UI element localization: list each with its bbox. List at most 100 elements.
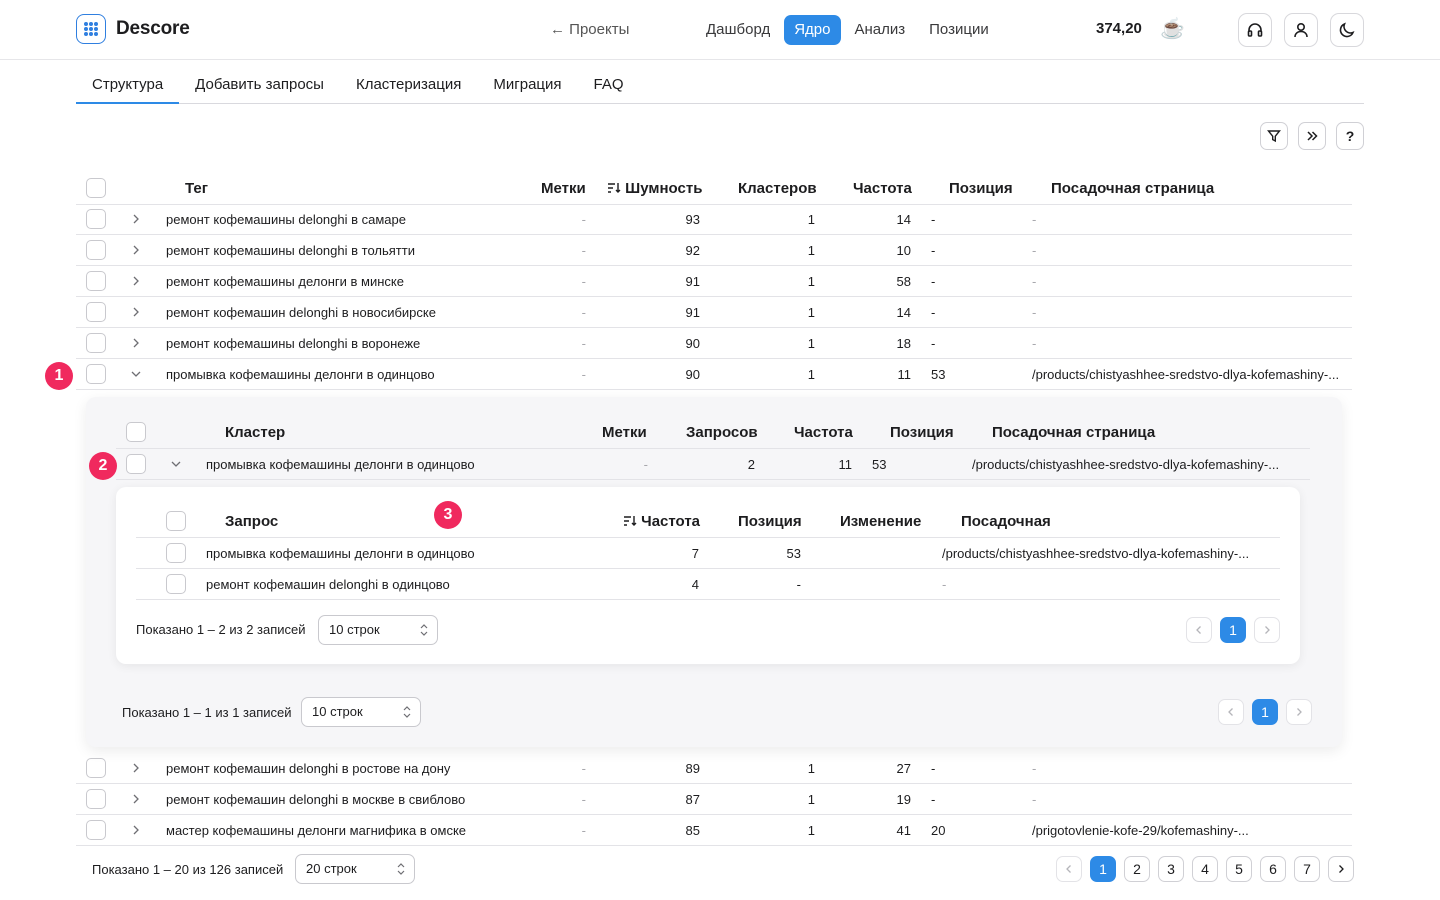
tags-next-page-button[interactable]: [1328, 856, 1354, 882]
header-query-landing[interactable]: Посадочная: [961, 513, 1051, 530]
header-tag[interactable]: Тег: [185, 180, 208, 197]
header-noise[interactable]: Шумность: [607, 180, 702, 197]
queries-next-page-button[interactable]: [1254, 617, 1280, 643]
tag-row-checkbox[interactable]: [86, 209, 106, 229]
chevron-down-icon[interactable]: [169, 457, 183, 471]
header-cluster-position[interactable]: Позиция: [890, 424, 954, 441]
expand-all-button[interactable]: [1298, 122, 1326, 150]
logo-icon[interactable]: [76, 14, 106, 44]
tag-row-checkbox[interactable]: [86, 758, 106, 778]
tags-page-3[interactable]: 3: [1158, 856, 1184, 882]
clusters-rows-per-page-select[interactable]: 10 строк: [301, 697, 421, 727]
nav-analysis[interactable]: Анализ: [845, 15, 916, 45]
tag-row-checkbox[interactable]: [86, 364, 106, 384]
query-row[interactable]: ремонт кофемашин delonghi в одинцово 4 - -: [136, 569, 1280, 600]
tags-rows-per-page-select[interactable]: 20 строк: [295, 854, 415, 884]
header-landing[interactable]: Посадочная страница: [1051, 180, 1214, 197]
query-select-all-checkbox[interactable]: [166, 511, 186, 531]
header-query-change[interactable]: Изменение: [840, 513, 921, 530]
tag-row[interactable]: промывка кофемашины делонги в одинцово - 9…: [76, 359, 1352, 390]
tags-prev-page-button[interactable]: [1056, 856, 1082, 882]
cluster-landing[interactable]: /products/chistyashhee-sredstvo-dlya-kof…: [972, 449, 1282, 480]
tag-row-checkbox[interactable]: [86, 789, 106, 809]
chevron-right-icon[interactable]: [129, 336, 143, 350]
tag-row[interactable]: ремонт кофемашин delonghi в москве в сви…: [76, 784, 1352, 815]
nav-dashboard[interactable]: Дашборд: [696, 15, 780, 45]
chevron-down-icon[interactable]: [129, 367, 143, 381]
tag-row-checkbox[interactable]: [86, 820, 106, 840]
tag-landing[interactable]: -: [1032, 297, 1342, 328]
header-cluster-queries[interactable]: Запросов: [686, 424, 758, 441]
chevron-right-icon[interactable]: [129, 761, 143, 775]
header-labels[interactable]: Метки: [541, 180, 586, 197]
tag-row[interactable]: ремонт кофемашины делонги в минске - 91 1 58…: [76, 266, 1352, 297]
tag-row-checkbox[interactable]: [86, 271, 106, 291]
query-row-checkbox[interactable]: [166, 574, 186, 594]
queries-rows-per-page-select[interactable]: 10 строк: [318, 615, 438, 645]
header-frequency[interactable]: Частота: [853, 180, 912, 197]
nav-positions[interactable]: Позиции: [919, 15, 999, 45]
theme-toggle-button[interactable]: [1330, 13, 1364, 47]
tag-row[interactable]: ремонт кофемашины delonghi в воронеже - 90…: [76, 328, 1352, 359]
profile-button[interactable]: [1284, 13, 1318, 47]
support-button[interactable]: [1238, 13, 1272, 47]
header-query-position[interactable]: Позиция: [738, 513, 802, 530]
header-query-frequency[interactable]: Частота: [623, 513, 700, 530]
chevron-right-icon[interactable]: [129, 274, 143, 288]
tag-row-checkbox[interactable]: [86, 333, 106, 353]
chevron-right-icon[interactable]: [129, 305, 143, 319]
tag-landing[interactable]: -: [1032, 753, 1342, 784]
cluster-row[interactable]: промывка кофемашины делонги в одинцово -…: [116, 449, 1310, 480]
chevron-right-icon[interactable]: [129, 792, 143, 806]
header-position[interactable]: Позиция: [949, 180, 1013, 197]
tag-row[interactable]: ремонт кофемашины delonghi в самаре - 93 1 1…: [76, 204, 1352, 235]
tag-landing[interactable]: -: [1032, 784, 1342, 815]
header-query[interactable]: Запрос: [225, 513, 278, 530]
query-row[interactable]: промывка кофемашины делонги в одинцово 7 5…: [136, 538, 1280, 569]
header-clusters[interactable]: Кластеров: [738, 180, 817, 197]
tag-row[interactable]: мастер кофемашины делонги магнифика в ом…: [76, 815, 1352, 846]
chevron-right-icon[interactable]: [129, 243, 143, 257]
tab-faq[interactable]: FAQ: [578, 70, 640, 104]
tag-row[interactable]: ремонт кофемашины delonghi в тольятти - 92…: [76, 235, 1352, 266]
tab-structure[interactable]: Структура: [76, 70, 180, 104]
select-all-checkbox[interactable]: [86, 178, 106, 198]
tags-page-5[interactable]: 5: [1226, 856, 1252, 882]
header-cluster-landing[interactable]: Посадочная страница: [992, 424, 1155, 441]
filter-button[interactable]: [1260, 122, 1288, 150]
tags-page-2[interactable]: 2: [1124, 856, 1150, 882]
query-landing[interactable]: /products/chistyashhee-sredstvo-dlya-kof…: [942, 538, 1260, 569]
clusters-page-1[interactable]: 1: [1252, 699, 1278, 725]
tags-page-7[interactable]: 7: [1294, 856, 1320, 882]
tag-landing[interactable]: -: [1032, 204, 1342, 235]
tab-migration[interactable]: Миграция: [477, 70, 577, 104]
cluster-row-checkbox[interactable]: [126, 454, 146, 474]
tags-page-4[interactable]: 4: [1192, 856, 1218, 882]
tab-add-queries[interactable]: Добавить запросы: [179, 70, 340, 104]
tag-landing[interactable]: /prigotovlenie-kofe-29/kofemashiny-...: [1032, 815, 1342, 846]
nav-core[interactable]: Ядро: [784, 15, 841, 45]
header-cluster-frequency[interactable]: Частота: [794, 424, 853, 441]
coffee-cup-icon[interactable]: ☕: [1160, 16, 1185, 41]
tag-landing[interactable]: /products/chistyashhee-sredstvo-dlya-kof…: [1032, 359, 1342, 390]
help-button[interactable]: ?: [1336, 122, 1364, 150]
header-cluster[interactable]: Кластер: [225, 424, 285, 441]
tags-page-1[interactable]: 1: [1090, 856, 1116, 882]
tag-landing[interactable]: -: [1032, 328, 1342, 359]
clusters-next-page-button[interactable]: [1286, 699, 1312, 725]
query-row-checkbox[interactable]: [166, 543, 186, 563]
cluster-select-all-checkbox[interactable]: [126, 422, 146, 442]
query-landing[interactable]: -: [942, 569, 1260, 600]
clusters-prev-page-button[interactable]: [1218, 699, 1244, 725]
tag-landing[interactable]: -: [1032, 235, 1342, 266]
tag-row-checkbox[interactable]: [86, 240, 106, 260]
queries-prev-page-button[interactable]: [1186, 617, 1212, 643]
tag-row-checkbox[interactable]: [86, 302, 106, 322]
header-cluster-labels[interactable]: Метки: [602, 424, 647, 441]
brand-name[interactable]: Descore: [116, 18, 190, 40]
back-to-projects-link[interactable]: ← Проекты: [550, 21, 629, 38]
queries-page-1[interactable]: 1: [1220, 617, 1246, 643]
tag-row[interactable]: ремонт кофемашин delonghi в новосибирске…: [76, 297, 1352, 328]
tags-page-6[interactable]: 6: [1260, 856, 1286, 882]
tag-row[interactable]: ремонт кофемашин delonghi в ростове на д…: [76, 753, 1352, 784]
